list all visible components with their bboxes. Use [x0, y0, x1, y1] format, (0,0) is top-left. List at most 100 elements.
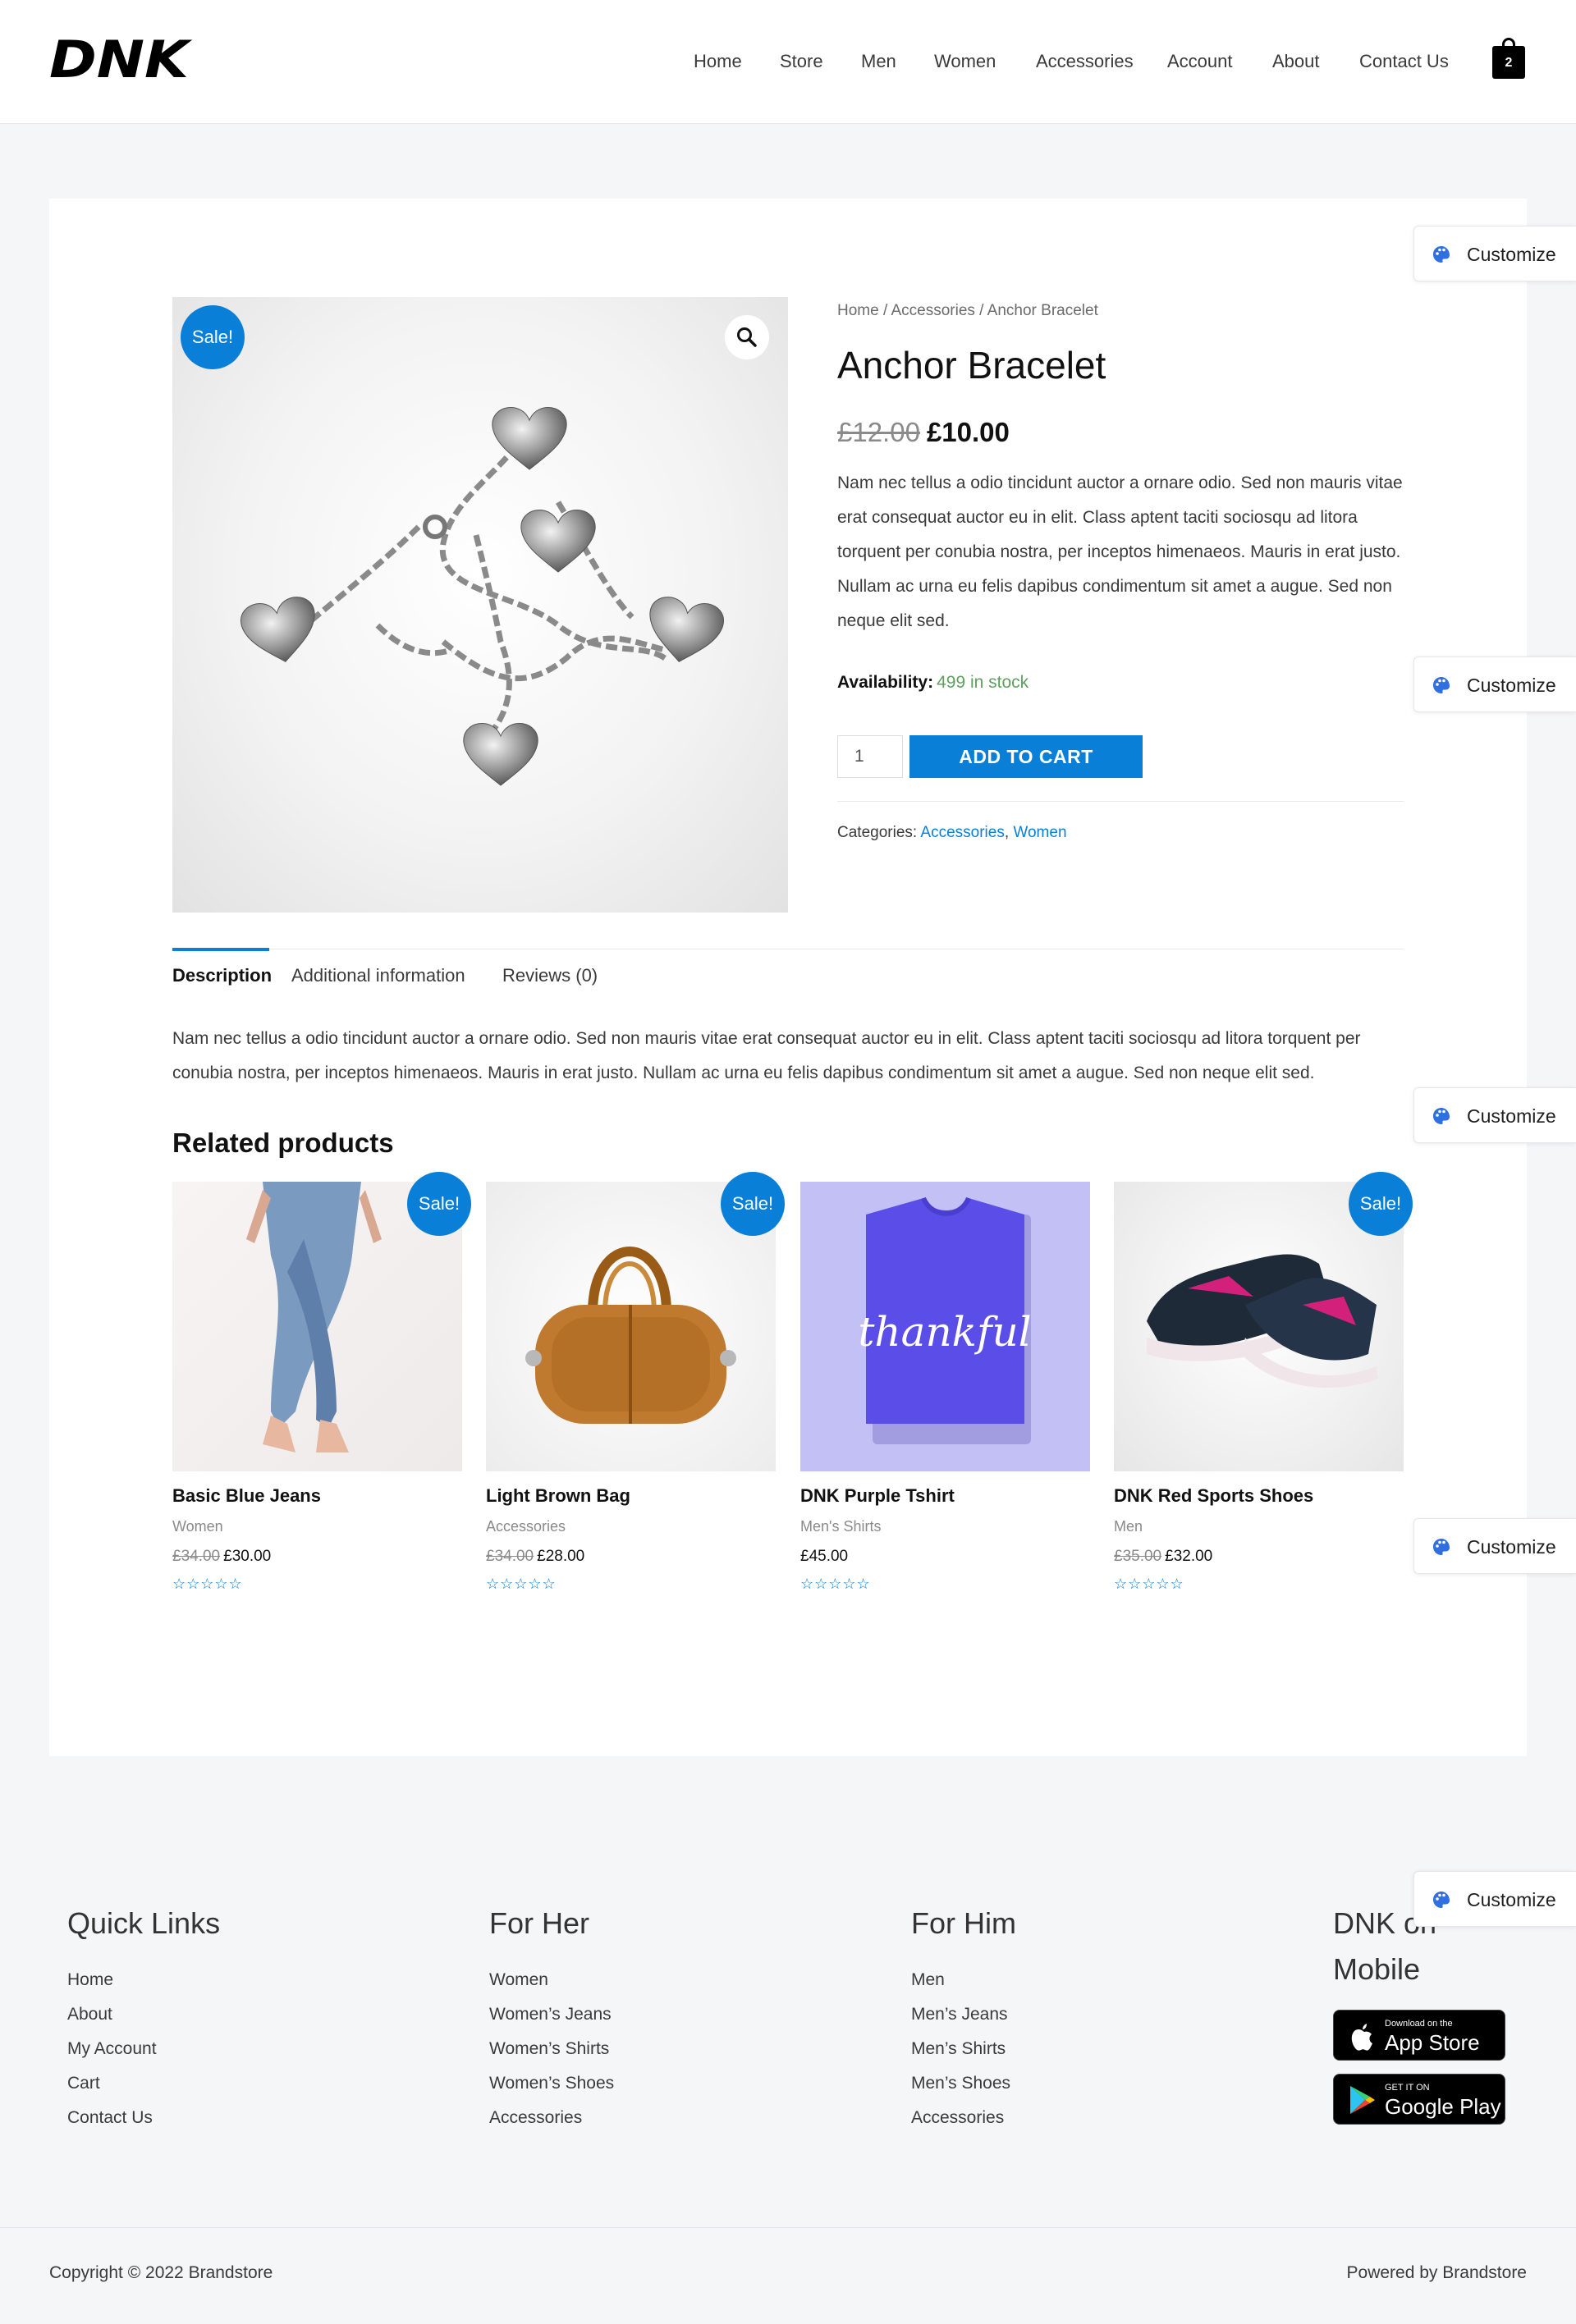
main-nav: Home Store Men Women Accessories Account…	[0, 49, 1576, 74]
old-price: £12.00	[837, 417, 920, 447]
product-image[interactable]: thankful	[800, 1182, 1090, 1471]
footer-heading: For Her	[489, 1906, 590, 1940]
footer-divider	[0, 2227, 1576, 2228]
palette-icon	[1433, 1108, 1450, 1124]
product-categories: Categories: Accessories, Women	[837, 824, 1067, 841]
breadcrumb[interactable]: Home / Accessories / Anchor Bracelet	[837, 302, 1098, 320]
product-price: £34.00 £28.00	[486, 1548, 584, 1566]
price: £45.00	[800, 1548, 849, 1565]
product-price: £45.00	[800, 1548, 848, 1566]
footer-link-accessories[interactable]: Accessories	[911, 2101, 1016, 2135]
site-header: DNK Home Store Men Women Accessories Acc…	[0, 0, 1576, 124]
quantity-input[interactable]: 1	[837, 735, 903, 778]
nav-men[interactable]: Men	[861, 49, 896, 74]
nav-account[interactable]: Account	[1167, 49, 1233, 74]
cart-icon[interactable]: 2	[1492, 36, 1525, 82]
footer-heading-line2: Mobile	[1333, 1952, 1421, 1986]
nav-accessories[interactable]: Accessories	[1036, 49, 1134, 74]
tab-active-indicator	[172, 948, 269, 951]
footer-link-cart[interactable]: Cart	[67, 2066, 220, 2101]
categories-label: Categories:	[837, 824, 918, 841]
sale-badge: Sale!	[1349, 1172, 1413, 1236]
rating-stars: ☆☆☆☆☆	[172, 1576, 243, 1592]
footer-link-home[interactable]: Home	[67, 1963, 220, 1997]
magnifier-icon	[737, 327, 757, 347]
product-name[interactable]: DNK Purple Tshirt	[800, 1485, 955, 1507]
product-category: Men's Shirts	[800, 1518, 882, 1535]
palette-icon	[1433, 1892, 1450, 1908]
product-image[interactable]: Sale!	[172, 297, 788, 913]
footer-for-her: For Her Women Women’s Jeans Women’s Shir…	[489, 1901, 614, 2135]
footer-heading: For Him	[911, 1906, 1016, 1940]
sale-price: £30.00	[223, 1548, 272, 1565]
sale-badge: Sale!	[721, 1172, 785, 1236]
footer-link-mens-shirts[interactable]: Men’s Shirts	[911, 2032, 1016, 2066]
product-name[interactable]: Light Brown Bag	[486, 1485, 630, 1507]
nav-about[interactable]: About	[1272, 49, 1320, 74]
product-price: £12.00 £10.00	[837, 417, 1010, 448]
footer-quick-links: Quick Links Home About My Account Cart C…	[67, 1901, 220, 2135]
product-category: Women	[172, 1518, 223, 1535]
sale-price: £32.00	[1165, 1548, 1213, 1565]
availability-label: Availability:	[837, 673, 934, 692]
nav-store[interactable]: Store	[780, 49, 823, 74]
old-price: £34.00	[486, 1548, 534, 1565]
footer-link-contact-us[interactable]: Contact Us	[67, 2101, 220, 2135]
category-link-accessories[interactable]: Accessories	[920, 824, 1004, 841]
old-price: £35.00	[1114, 1548, 1162, 1565]
tab-reviews[interactable]: Reviews (0)	[502, 965, 598, 986]
google-play-big-text: Google Play	[1385, 2094, 1501, 2119]
rating-stars: ☆☆☆☆☆	[800, 1576, 871, 1592]
customize-button[interactable]: Customize	[1413, 226, 1576, 281]
bracelet-illustration	[240, 407, 725, 786]
footer-link-womens-shoes[interactable]: Women’s Shoes	[489, 2066, 614, 2101]
palette-icon	[1433, 246, 1450, 263]
footer-link-about[interactable]: About	[67, 1997, 220, 2032]
old-price: £34.00	[172, 1548, 221, 1565]
customize-button[interactable]: Customize	[1413, 656, 1576, 712]
cart-count: 2	[1492, 46, 1525, 79]
footer-link-my-account[interactable]: My Account	[67, 2032, 220, 2066]
copyright-text: Copyright © 2022 Brandstore	[49, 2263, 273, 2282]
sale-badge: Sale!	[181, 305, 245, 369]
customize-button[interactable]: Customize	[1413, 1871, 1576, 1927]
footer-for-him: For Him Men Men’s Jeans Men’s Shirts Men…	[911, 1901, 1016, 2135]
footer-link-accessories[interactable]: Accessories	[489, 2101, 614, 2135]
customize-label: Customize	[1467, 675, 1556, 696]
footer-link-mens-jeans[interactable]: Men’s Jeans	[911, 1997, 1016, 2032]
nav-home[interactable]: Home	[694, 49, 742, 74]
customize-label: Customize	[1467, 244, 1556, 265]
rating-stars: ☆☆☆☆☆	[1114, 1576, 1184, 1592]
footer-link-womens-shirts[interactable]: Women’s Shirts	[489, 2032, 614, 2066]
product-name[interactable]: DNK Red Sports Shoes	[1114, 1485, 1313, 1507]
short-description: Nam nec tellus a odio tincidunt auctor a…	[837, 473, 1403, 630]
footer-link-men[interactable]: Men	[911, 1963, 1016, 1997]
footer-link-womens-jeans[interactable]: Women’s Jeans	[489, 1997, 614, 2032]
app-store-small-text: Download on the	[1385, 2019, 1453, 2029]
category-link-women[interactable]: Women	[1013, 824, 1066, 841]
zoom-button[interactable]	[725, 315, 769, 359]
sale-badge: Sale!	[407, 1172, 471, 1236]
app-store-button[interactable]: Download on the App Store	[1333, 2010, 1505, 2061]
powered-by-text: Powered by Brandstore	[1346, 2263, 1527, 2282]
nav-women[interactable]: Women	[934, 49, 996, 74]
google-play-button[interactable]: GET IT ON Google Play	[1333, 2074, 1505, 2125]
product-name[interactable]: Basic Blue Jeans	[172, 1485, 321, 1507]
product-price: £35.00 £32.00	[1114, 1548, 1212, 1566]
description-text: Nam nec tellus a odio tincidunt auctor a…	[172, 1029, 1361, 1082]
add-to-cart-button[interactable]: ADD TO CART	[909, 735, 1143, 778]
customize-button[interactable]: Customize	[1413, 1518, 1576, 1574]
google-play-icon	[1350, 2086, 1375, 2114]
app-store-big-text: App Store	[1385, 2030, 1480, 2055]
tab-description[interactable]: Description	[172, 965, 272, 986]
nav-contact-us[interactable]: Contact Us	[1359, 49, 1449, 74]
customize-button[interactable]: Customize	[1413, 1087, 1576, 1143]
tab-additional-information[interactable]: Additional information	[291, 965, 465, 986]
footer-link-mens-shoes[interactable]: Men’s Shoes	[911, 2066, 1016, 2101]
availability: Availability: 499 in stock	[837, 673, 1029, 693]
footer-link-women[interactable]: Women	[489, 1963, 614, 1997]
palette-icon	[1433, 1539, 1450, 1555]
tshirt-illustration: thankful	[858, 1196, 1032, 1444]
related-products-title: Related products	[172, 1128, 394, 1158]
apple-icon	[1351, 2024, 1372, 2051]
